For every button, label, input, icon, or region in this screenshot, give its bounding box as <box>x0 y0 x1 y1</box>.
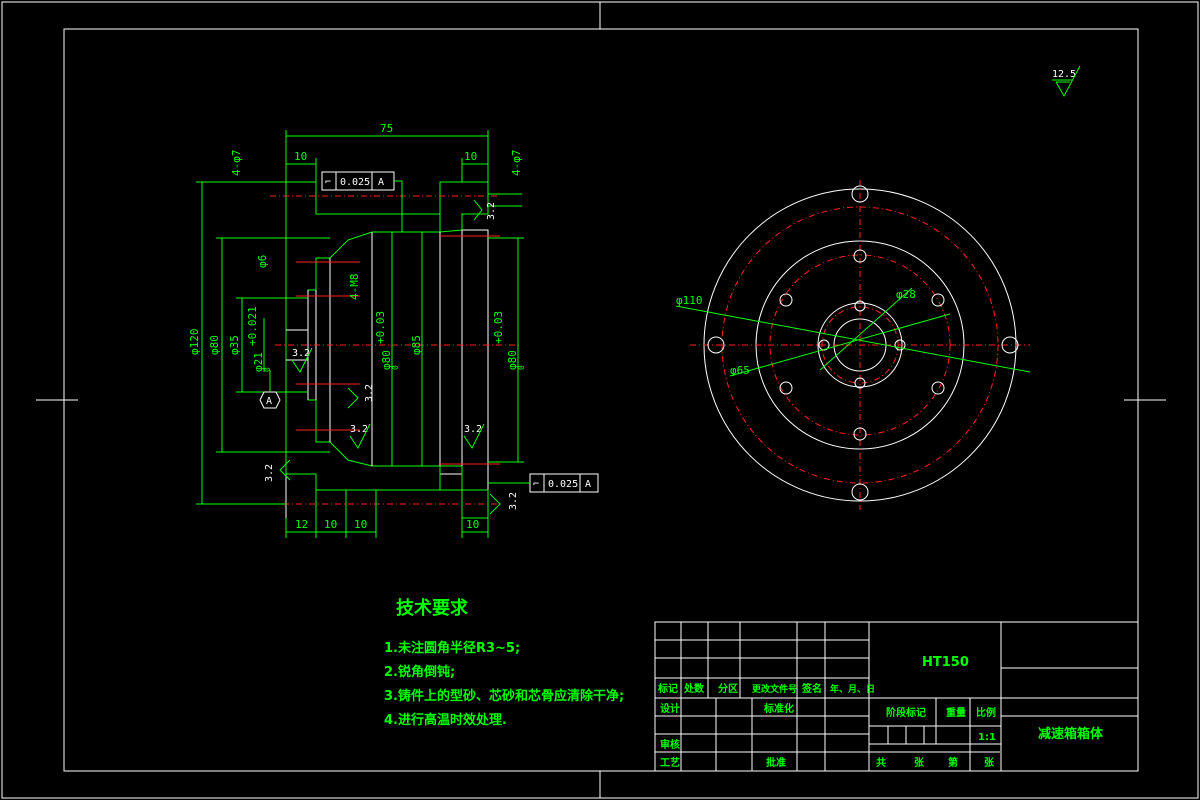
dim-flange-left-text: 10 <box>294 150 307 163</box>
svg-text:0.025: 0.025 <box>548 479 578 490</box>
svg-text:3.2: 3.2 <box>264 464 275 482</box>
svg-text:批准: 批准 <box>766 756 786 769</box>
cad-drawing-canvas: 12.5 75 10 10 4-φ7 4-φ7 φ120 φ80 φ35 φ21… <box>1 1 1199 799</box>
datum-a: A <box>259 370 281 409</box>
dim-bottom-10b: 10 <box>354 518 367 531</box>
svg-text:⌐: ⌐ <box>325 177 331 188</box>
svg-text:3.2: 3.2 <box>486 202 497 220</box>
sheet-border <box>1 1 1199 799</box>
dim-dia-120: φ120 <box>188 329 201 356</box>
svg-text:3.2: 3.2 <box>508 492 519 510</box>
svg-text:签名: 签名 <box>801 682 822 695</box>
dim-dia-28: φ28 <box>896 288 916 301</box>
svg-text:更改文件号: 更改文件号 <box>752 683 797 695</box>
dim-bore-80-left-tol: +0.03 <box>374 311 387 344</box>
dim-dia-110: φ110 <box>676 294 703 307</box>
tolerance-frame-top: ⌐ 0.025 A <box>321 171 403 232</box>
dim-bore-80-right-tol: +0.03 <box>492 311 505 344</box>
svg-text:工艺: 工艺 <box>660 756 680 769</box>
dim-holes-left: 4-φ7 <box>230 150 243 177</box>
end-view: φ110 φ65 φ28 <box>675 180 1031 510</box>
svg-text:处数: 处数 <box>683 682 705 695</box>
tech-requirements: 技术要求 1.未注圆角半径R3~5; 2.锐角倒钝; 3.铸件上的型砂、芯砂和芯… <box>384 597 624 728</box>
dim-bottom-10c: 10 <box>466 518 479 531</box>
tech-requirements-title: 技术要求 <box>396 597 469 619</box>
svg-text:A: A <box>266 396 272 407</box>
title-block: HT150 标记 处数 分区 更改文件号 签名 年、月、日 设计 标准化 审核 … <box>654 621 1139 772</box>
part-name: 减速箱箱体 <box>1038 726 1104 742</box>
tolerance-frame-bottom: ⌐ 0.025 A <box>488 473 599 493</box>
tech-requirement-3: 3.铸件上的型砂、芯砂和芯骨应清除干净; <box>384 688 624 704</box>
svg-text:⌐: ⌐ <box>533 479 539 490</box>
dim-thread-m8: 4-M8 <box>348 274 361 301</box>
svg-text:张: 张 <box>914 756 925 769</box>
dim-dia-21-tol: +0.021 <box>246 306 259 346</box>
svg-text:0.025: 0.025 <box>340 177 370 188</box>
dim-vertical-left: φ120 φ80 φ35 φ21 0 +0.021 φ6 4-M8 <box>188 182 361 505</box>
section-view: 75 10 10 4-φ7 4-φ7 φ120 φ80 φ35 φ21 0 +0… <box>188 122 599 538</box>
dim-holes-right: 4-φ7 <box>510 150 523 177</box>
dim-bottom-10a: 10 <box>324 518 337 531</box>
dim-bottom-12: 12 <box>295 518 308 531</box>
svg-text:年、月、日: 年、月、日 <box>830 683 875 695</box>
svg-text:共: 共 <box>876 756 886 769</box>
tech-requirement-1: 1.未注圆角半径R3~5; <box>384 640 520 656</box>
dim-vertical-inner: φ80 0 +0.03 φ85 φ80 0 +0.03 <box>374 232 526 466</box>
dim-flange-right-text: 10 <box>464 150 477 163</box>
dim-dia-65: φ65 <box>730 364 750 377</box>
tech-requirement-4: 4.进行高温时效处理. <box>384 712 507 728</box>
svg-text:标准化: 标准化 <box>763 702 794 715</box>
svg-text:设计: 设计 <box>660 702 680 715</box>
svg-text:分区: 分区 <box>718 682 738 695</box>
dim-dia-21-sub: 0 <box>263 367 272 372</box>
dim-flange-left: 10 <box>286 150 317 182</box>
svg-text:标记: 标记 <box>657 682 678 695</box>
svg-text:重量: 重量 <box>946 706 966 719</box>
svg-text:第: 第 <box>948 756 958 769</box>
svg-text:A: A <box>378 177 384 188</box>
svg-text:A: A <box>585 479 591 490</box>
general-roughness-value: 12.5 <box>1052 69 1076 80</box>
dim-dia-80: φ80 <box>208 335 221 355</box>
dim-dia-35: φ35 <box>228 335 241 355</box>
general-roughness-symbol: 12.5 <box>1052 65 1081 98</box>
svg-text:3.2: 3.2 <box>364 384 375 402</box>
section-hatch-right-flange <box>439 181 489 233</box>
dim-dia-85: φ85 <box>410 335 423 355</box>
dim-overall-length-text: 75 <box>380 122 393 135</box>
dim-bottom: 12 10 10 10 <box>285 490 489 538</box>
svg-text:审核: 审核 <box>660 738 680 751</box>
dim-bore-80-right-sub: 0 <box>517 365 526 370</box>
dim-dia-6: φ6 <box>256 255 269 268</box>
tech-requirement-2: 2.锐角倒钝; <box>384 664 455 680</box>
svg-text:阶段标记: 阶段标记 <box>886 706 926 719</box>
dim-bore-80-left-sub: 0 <box>391 365 400 370</box>
svg-text:张: 张 <box>984 756 995 769</box>
svg-text:比例: 比例 <box>976 706 996 719</box>
dim-flange-right: 10 <box>461 150 488 182</box>
material: HT150 <box>922 655 969 670</box>
scale-value: 1:1 <box>978 732 996 743</box>
